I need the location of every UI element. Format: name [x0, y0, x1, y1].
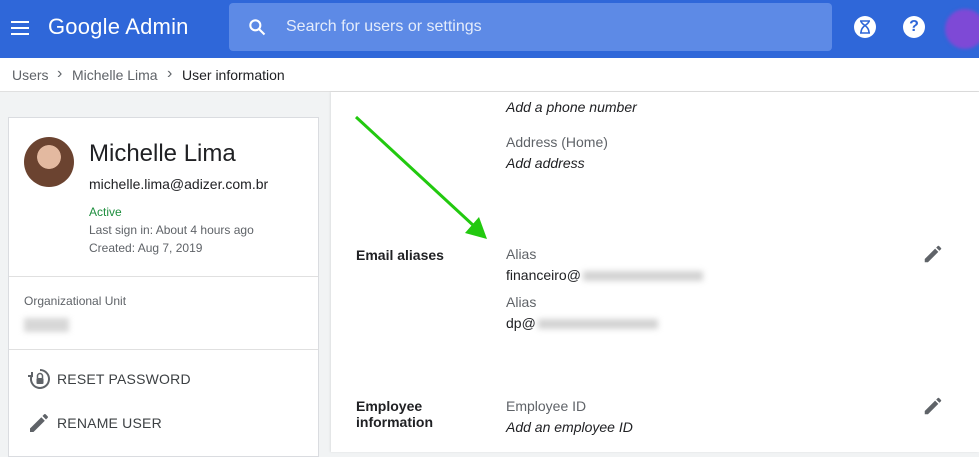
user-name: Michelle Lima: [89, 140, 236, 167]
alias-value: dp@: [506, 315, 658, 331]
help-icon[interactable]: ?: [903, 16, 925, 38]
chevron-right-icon: ›: [167, 65, 173, 82]
employee-id-label: Employee ID: [506, 398, 587, 414]
reset-password-label: RESET PASSWORD: [57, 371, 191, 387]
search-input[interactable]: [286, 3, 806, 51]
org-unit-value-redacted: [24, 318, 69, 332]
user-email: michelle.lima@adizer.com.br: [89, 176, 269, 192]
alias-label: Alias: [506, 294, 537, 310]
account-avatar[interactable]: [945, 9, 979, 49]
reset-password-button[interactable]: RESET PASSWORD: [27, 367, 191, 391]
breadcrumb-users[interactable]: Users: [12, 67, 49, 83]
add-phone-link[interactable]: Add a phone number: [506, 99, 637, 115]
org-unit-label: Organizational Unit: [24, 294, 127, 308]
last-sign-in: Last sign in: About 4 hours ago: [89, 223, 254, 237]
top-app-bar: Google Admin ?: [0, 0, 979, 58]
user-avatar: [24, 137, 74, 187]
search-bar[interactable]: [229, 3, 832, 51]
add-address-link[interactable]: Add address: [506, 155, 585, 171]
lock-reset-icon: [28, 369, 50, 389]
alias-label: Alias: [506, 246, 537, 262]
breadcrumb-current: User information: [182, 67, 285, 83]
pencil-icon: [30, 414, 48, 432]
app-logo[interactable]: Google Admin: [48, 14, 189, 40]
edit-employee-pencil-icon[interactable]: [922, 395, 944, 417]
edit-aliases-pencil-icon[interactable]: [922, 243, 944, 265]
breadcrumb: Users › Michelle Lima › User information: [0, 58, 979, 92]
alias-value: financeiro@: [506, 267, 703, 283]
rename-user-button[interactable]: RENAME USER: [27, 411, 162, 435]
email-aliases-title: Email aliases: [356, 247, 444, 263]
search-icon: [249, 19, 266, 36]
status-badge: Active: [89, 205, 122, 219]
add-employee-id-link[interactable]: Add an employee ID: [506, 419, 633, 435]
redacted-domain: [537, 319, 658, 330]
divider: [9, 349, 318, 350]
divider: [9, 276, 318, 277]
arrow-annotation: [354, 115, 487, 239]
user-details-panel: Add a phone number Address (Home) Add ad…: [331, 92, 979, 452]
address-label: Address (Home): [506, 134, 608, 150]
rename-user-label: RENAME USER: [57, 415, 162, 431]
redacted-domain: [582, 271, 703, 282]
user-summary-card: Michelle Lima michelle.lima@adizer.com.b…: [8, 117, 319, 457]
menu-icon[interactable]: [8, 17, 32, 41]
chevron-right-icon: ›: [57, 65, 63, 82]
hourglass-icon[interactable]: [854, 16, 876, 38]
employee-info-title: Employee information: [356, 398, 433, 430]
breadcrumb-user[interactable]: Michelle Lima: [72, 67, 158, 83]
created-date: Created: Aug 7, 2019: [89, 241, 203, 255]
